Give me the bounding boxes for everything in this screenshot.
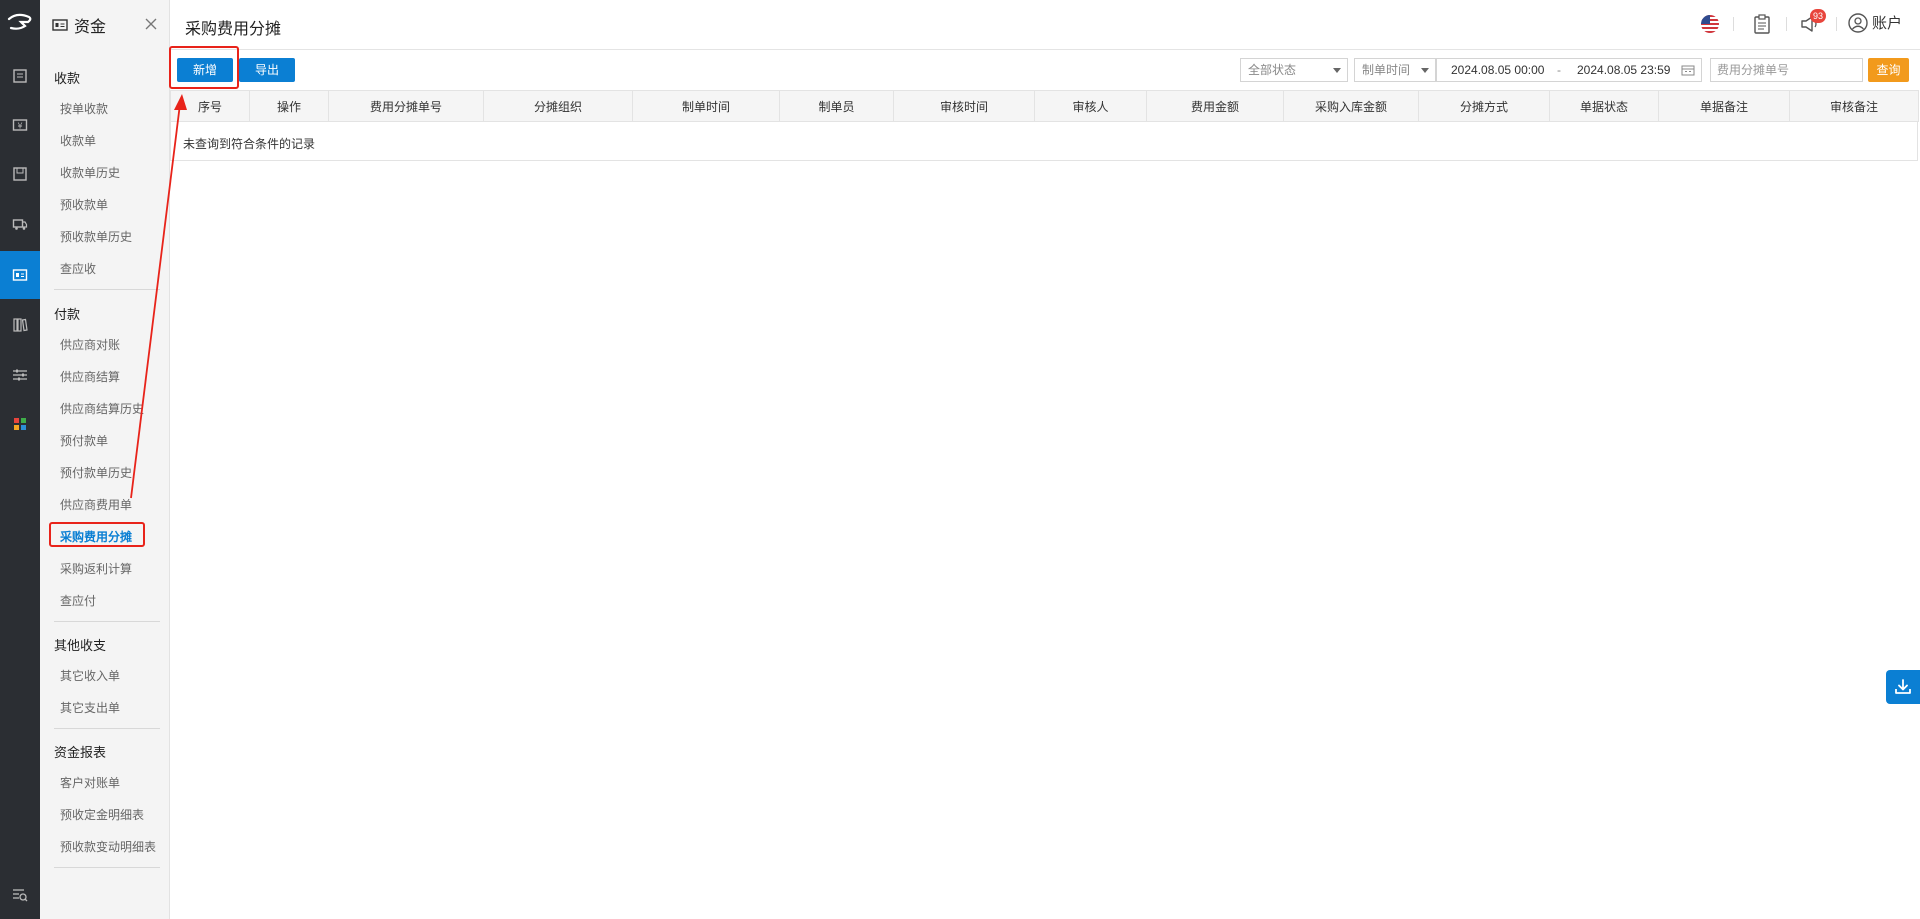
highlight-box-add [169,46,239,89]
menu-item[interactable]: 其它支出单 [60,699,120,716]
divider [1733,17,1734,31]
account-label: 账户 [1872,15,1903,32]
menu-item[interactable]: 预付款单 [60,432,108,449]
date-start: 2024.08.05 00:00 [1451,63,1545,77]
chevron-down-icon [1333,68,1341,73]
date-end: 2024.08.05 23:59 [1577,63,1671,77]
status-select[interactable]: 全部状态 [1240,58,1348,82]
language-flag-icon[interactable] [1700,14,1720,34]
column-header: 分摊方式 [1418,90,1550,122]
export-button[interactable]: 导出 [239,58,295,82]
notification-badge: 93 [1810,9,1827,23]
finance-icon[interactable] [0,251,40,299]
highlight-box-menu [49,522,145,547]
menu-item[interactable]: 供应商结算 [60,368,120,385]
divider [1786,17,1787,31]
icon-rail: ¥ [0,0,40,919]
download-icon [1895,679,1911,694]
table-header-row: 序号 操作 费用分摊单号 分摊组织 制单时间 制单员 审核时间 审核人 费用金额… [170,90,1919,122]
divider [54,289,160,290]
download-float-button[interactable] [1886,670,1920,704]
column-header: 分摊组织 [483,90,633,122]
group-receipts: 收款 [54,71,81,86]
column-header: 费用金额 [1146,90,1284,122]
group-reports: 资金报表 [54,745,107,760]
column-header: 费用分摊单号 [328,90,484,122]
app-logo-icon[interactable] [0,0,40,46]
logistics-icon[interactable] [0,200,40,248]
clipboard-icon[interactable] [1753,14,1771,34]
menu-item[interactable]: 查应付 [60,592,96,609]
data-table: 序号 操作 费用分摊单号 分摊组织 制单时间 制单员 审核时间 审核人 费用金额… [170,90,1919,122]
column-header: 单据备注 [1658,90,1790,122]
page-title: 采购费用分摊 [185,21,282,38]
status-select-value: 全部状态 [1248,63,1297,77]
menu-item[interactable]: 供应商对账 [60,336,120,353]
column-header: 制单时间 [632,90,780,122]
divider [54,867,160,868]
svg-text:¥: ¥ [17,122,22,131]
settings-sliders-icon[interactable] [0,351,40,399]
column-header: 采购入库金额 [1283,90,1419,122]
menu-item[interactable]: 预收款单历史 [60,228,132,245]
date-separator: - [1557,63,1561,77]
menu-item[interactable]: 供应商费用单 [60,496,132,513]
chevron-down-icon [1421,68,1429,73]
purchase-icon[interactable] [0,150,40,198]
column-header: 审核备注 [1789,90,1919,122]
menu-item[interactable]: 收款单 [60,132,96,149]
calendar-icon [1681,65,1695,76]
account-menu[interactable]: 账户 [1848,12,1902,33]
sales-icon[interactable]: ¥ [0,101,40,149]
empty-state-row: 未查询到符合条件的记录 [170,121,1918,161]
column-header: 序号 [170,90,250,122]
date-range-picker[interactable]: 2024.08.05 00:00 - 2024.08.05 23:59 [1436,58,1702,82]
column-header: 制单员 [779,90,894,122]
time-type-select[interactable]: 制单时间 [1354,58,1436,82]
user-icon [1848,12,1868,33]
menu-item[interactable]: 预收款单 [60,196,108,213]
menu-item[interactable]: 收款单历史 [60,164,120,181]
search-input[interactable] [1710,58,1863,82]
menu-item[interactable]: 采购返利计算 [60,560,132,577]
menu-search-icon[interactable] [0,871,40,919]
module-title: 资金 [74,19,107,36]
menu-item[interactable]: 查应收 [60,260,96,277]
group-payments: 付款 [54,307,81,322]
group-other: 其他收支 [54,638,107,653]
top-bar: 采购费用分摊 [170,0,1920,50]
close-icon[interactable] [144,17,158,31]
divider [1836,17,1837,31]
finance-module-icon [52,19,68,31]
divider [54,728,160,729]
books-icon[interactable] [0,301,40,349]
menu-item[interactable]: 预收款变动明细表 [60,838,156,855]
order-icon[interactable] [0,52,40,100]
submenu-header: 资金 [40,0,170,50]
apps-icon[interactable] [0,400,40,448]
finance-submenu: 资金 收款 按单收款 收款单 收款单历史 预收款单 预收款单历史 查应收 付款 … [40,0,170,919]
column-header: 审核时间 [893,90,1035,122]
column-header: 审核人 [1034,90,1147,122]
menu-item[interactable]: 客户对账单 [60,774,120,791]
divider [54,621,160,622]
menu-item[interactable]: 按单收款 [60,100,108,117]
menu-item[interactable]: 预付款单历史 [60,464,132,481]
time-type-value: 制单时间 [1362,63,1411,77]
menu-item[interactable]: 预收定金明细表 [60,806,144,823]
column-header: 操作 [249,90,329,122]
empty-message: 未查询到符合条件的记录 [183,137,316,151]
query-button[interactable]: 查询 [1868,58,1909,82]
column-header: 单据状态 [1549,90,1659,122]
menu-item[interactable]: 供应商结算历史 [60,400,144,417]
menu-item[interactable]: 其它收入单 [60,667,120,684]
